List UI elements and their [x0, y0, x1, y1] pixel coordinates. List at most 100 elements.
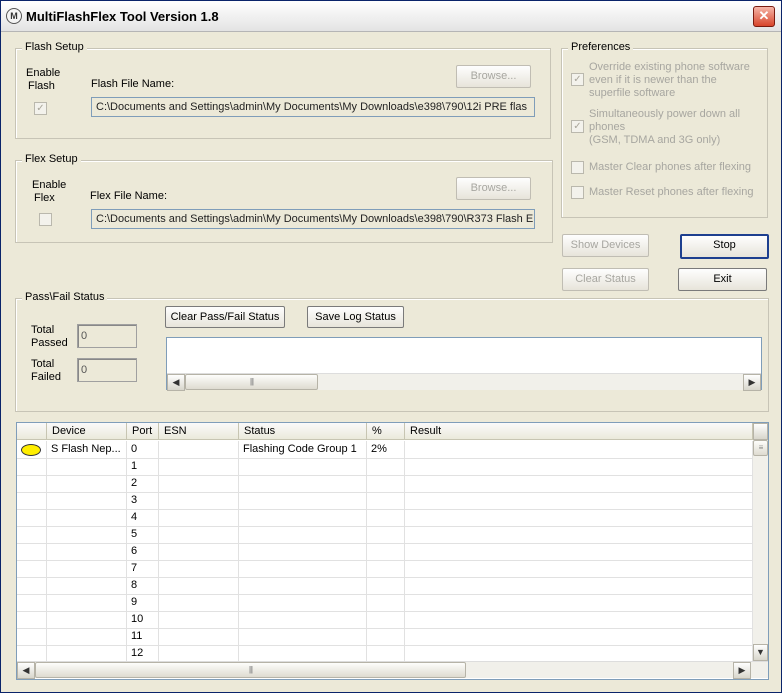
table-hscrollbar[interactable]: ◀ ||| ▶ [17, 661, 768, 679]
cell-esn [159, 611, 239, 628]
flex-file-label: Flex File Name: [90, 190, 168, 202]
override-software-line3: superfile software [589, 87, 676, 99]
col-header-port[interactable]: Port [127, 423, 159, 440]
cell-device [47, 543, 127, 560]
flash-setup-group: Flash Setup Enable Flash ✓ Flash File Na… [15, 41, 551, 139]
cell-status [239, 577, 367, 594]
table-row[interactable]: 6 [17, 543, 753, 561]
flash-file-field[interactable]: C:\Documents and Settings\admin\My Docum… [91, 97, 535, 117]
flex-setup-legend: Flex Setup [22, 153, 81, 165]
enable-flex-label-line1: Enable [32, 179, 67, 191]
table-row[interactable]: 1 [17, 458, 753, 476]
power-down-line3: (GSM, TDMA and 3G only) [589, 134, 721, 146]
flex-browse-button[interactable]: Browse... [456, 177, 531, 200]
col-header-indicator[interactable] [17, 423, 47, 440]
override-software-line1: Override existing phone software [589, 61, 750, 73]
cell-percent [367, 611, 405, 628]
cell-port: 7 [127, 560, 159, 577]
cell-port: 1 [127, 458, 159, 475]
clear-status-button[interactable]: Clear Status [562, 268, 649, 291]
preferences-legend: Preferences [568, 41, 634, 53]
table-row[interactable]: 5 [17, 526, 753, 544]
clear-pass-fail-button[interactable]: Clear Pass/Fail Status [165, 306, 285, 328]
cell-result [405, 645, 753, 662]
enable-flex-checkbox[interactable] [39, 213, 52, 226]
col-header-result[interactable]: Result [405, 423, 753, 440]
save-log-status-button[interactable]: Save Log Status [307, 306, 404, 328]
title-bar[interactable]: M MultiFlashFlex Tool Version 1.8 ✕ [1, 1, 781, 32]
log-box[interactable]: ◀ ||| ▶ [166, 337, 762, 391]
cell-esn [159, 458, 239, 475]
cell-result [405, 628, 753, 645]
table-row[interactable]: 4 [17, 509, 753, 527]
table-row[interactable]: 7 [17, 560, 753, 578]
cell-port: 5 [127, 526, 159, 543]
cell-indicator [17, 441, 47, 458]
cell-esn [159, 594, 239, 611]
cell-result [405, 594, 753, 611]
cell-esn [159, 560, 239, 577]
total-passed-label-line2: Passed [31, 337, 68, 349]
override-software-checkbox[interactable]: ✓ [571, 73, 584, 86]
cell-status [239, 509, 367, 526]
table-scroll-right-button[interactable]: ▶ [733, 662, 751, 679]
col-header-status[interactable]: Status [239, 423, 367, 440]
cell-indicator [17, 645, 47, 662]
col-header-percent[interactable]: % [367, 423, 405, 440]
total-passed-field: 0 [77, 324, 137, 348]
cell-result [405, 560, 753, 577]
exit-button[interactable]: Exit [678, 268, 767, 291]
col-header-device[interactable]: Device [47, 423, 127, 440]
power-down-checkbox[interactable]: ✓ [571, 120, 584, 133]
close-button[interactable]: ✕ [753, 6, 775, 27]
cell-indicator [17, 594, 47, 611]
cell-port: 2 [127, 475, 159, 492]
enable-flash-checkbox[interactable]: ✓ [34, 102, 47, 115]
cell-indicator [17, 560, 47, 577]
flash-browse-button[interactable]: Browse... [456, 65, 531, 88]
table-vscroll-thumb[interactable]: ≡ [753, 440, 768, 456]
motorola-logo-icon: M [6, 8, 22, 24]
table-row[interactable]: 2 [17, 475, 753, 493]
cell-esn [159, 441, 239, 458]
cell-percent [367, 594, 405, 611]
log-hscrollbar[interactable]: ◀ ||| ▶ [167, 373, 761, 391]
cell-device [47, 560, 127, 577]
master-clear-checkbox[interactable] [571, 161, 584, 174]
table-row[interactable]: 11 [17, 628, 753, 646]
log-scroll-left-button[interactable]: ◀ [167, 374, 185, 391]
master-reset-checkbox[interactable] [571, 186, 584, 199]
cell-percent [367, 509, 405, 526]
table-vscrollbar[interactable]: ≡ ▼ [753, 423, 768, 661]
table-row[interactable]: 8 [17, 577, 753, 595]
cell-device [47, 611, 127, 628]
status-led-icon [21, 444, 41, 456]
cell-status [239, 458, 367, 475]
log-scroll-right-button[interactable]: ▶ [743, 374, 761, 391]
cell-port: 12 [127, 645, 159, 662]
show-devices-button[interactable]: Show Devices [562, 234, 649, 257]
enable-flex-label-line2: Flex [34, 192, 55, 204]
table-scroll-up-button[interactable] [753, 423, 768, 440]
table-row[interactable]: S Flash Nep... 0 Flashing Code Group 1 2% [17, 441, 753, 459]
col-header-esn[interactable]: ESN [159, 423, 239, 440]
log-scroll-thumb[interactable]: ||| [185, 374, 318, 390]
cell-indicator [17, 458, 47, 475]
table-row[interactable]: 10 [17, 611, 753, 629]
table-hscroll-thumb[interactable]: ||| [35, 662, 466, 678]
cell-device [47, 577, 127, 594]
table-scroll-down-button[interactable]: ▼ [753, 644, 768, 661]
main-window: M MultiFlashFlex Tool Version 1.8 ✕ Flas… [0, 0, 782, 693]
table-scroll-left-button[interactable]: ◀ [17, 662, 35, 679]
cell-port: 6 [127, 543, 159, 560]
table-row[interactable]: 9 [17, 594, 753, 612]
preferences-group: Preferences ✓ Override existing phone so… [561, 41, 768, 218]
enable-flash-label-line2: Flash [28, 80, 55, 92]
cell-esn [159, 645, 239, 662]
cell-esn [159, 543, 239, 560]
stop-button[interactable]: Stop [680, 234, 769, 259]
table-row[interactable]: 3 [17, 492, 753, 510]
cell-device [47, 475, 127, 492]
total-passed-label-line1: Total [31, 324, 55, 336]
flex-file-field[interactable]: C:\Documents and Settings\admin\My Docum… [91, 209, 535, 229]
